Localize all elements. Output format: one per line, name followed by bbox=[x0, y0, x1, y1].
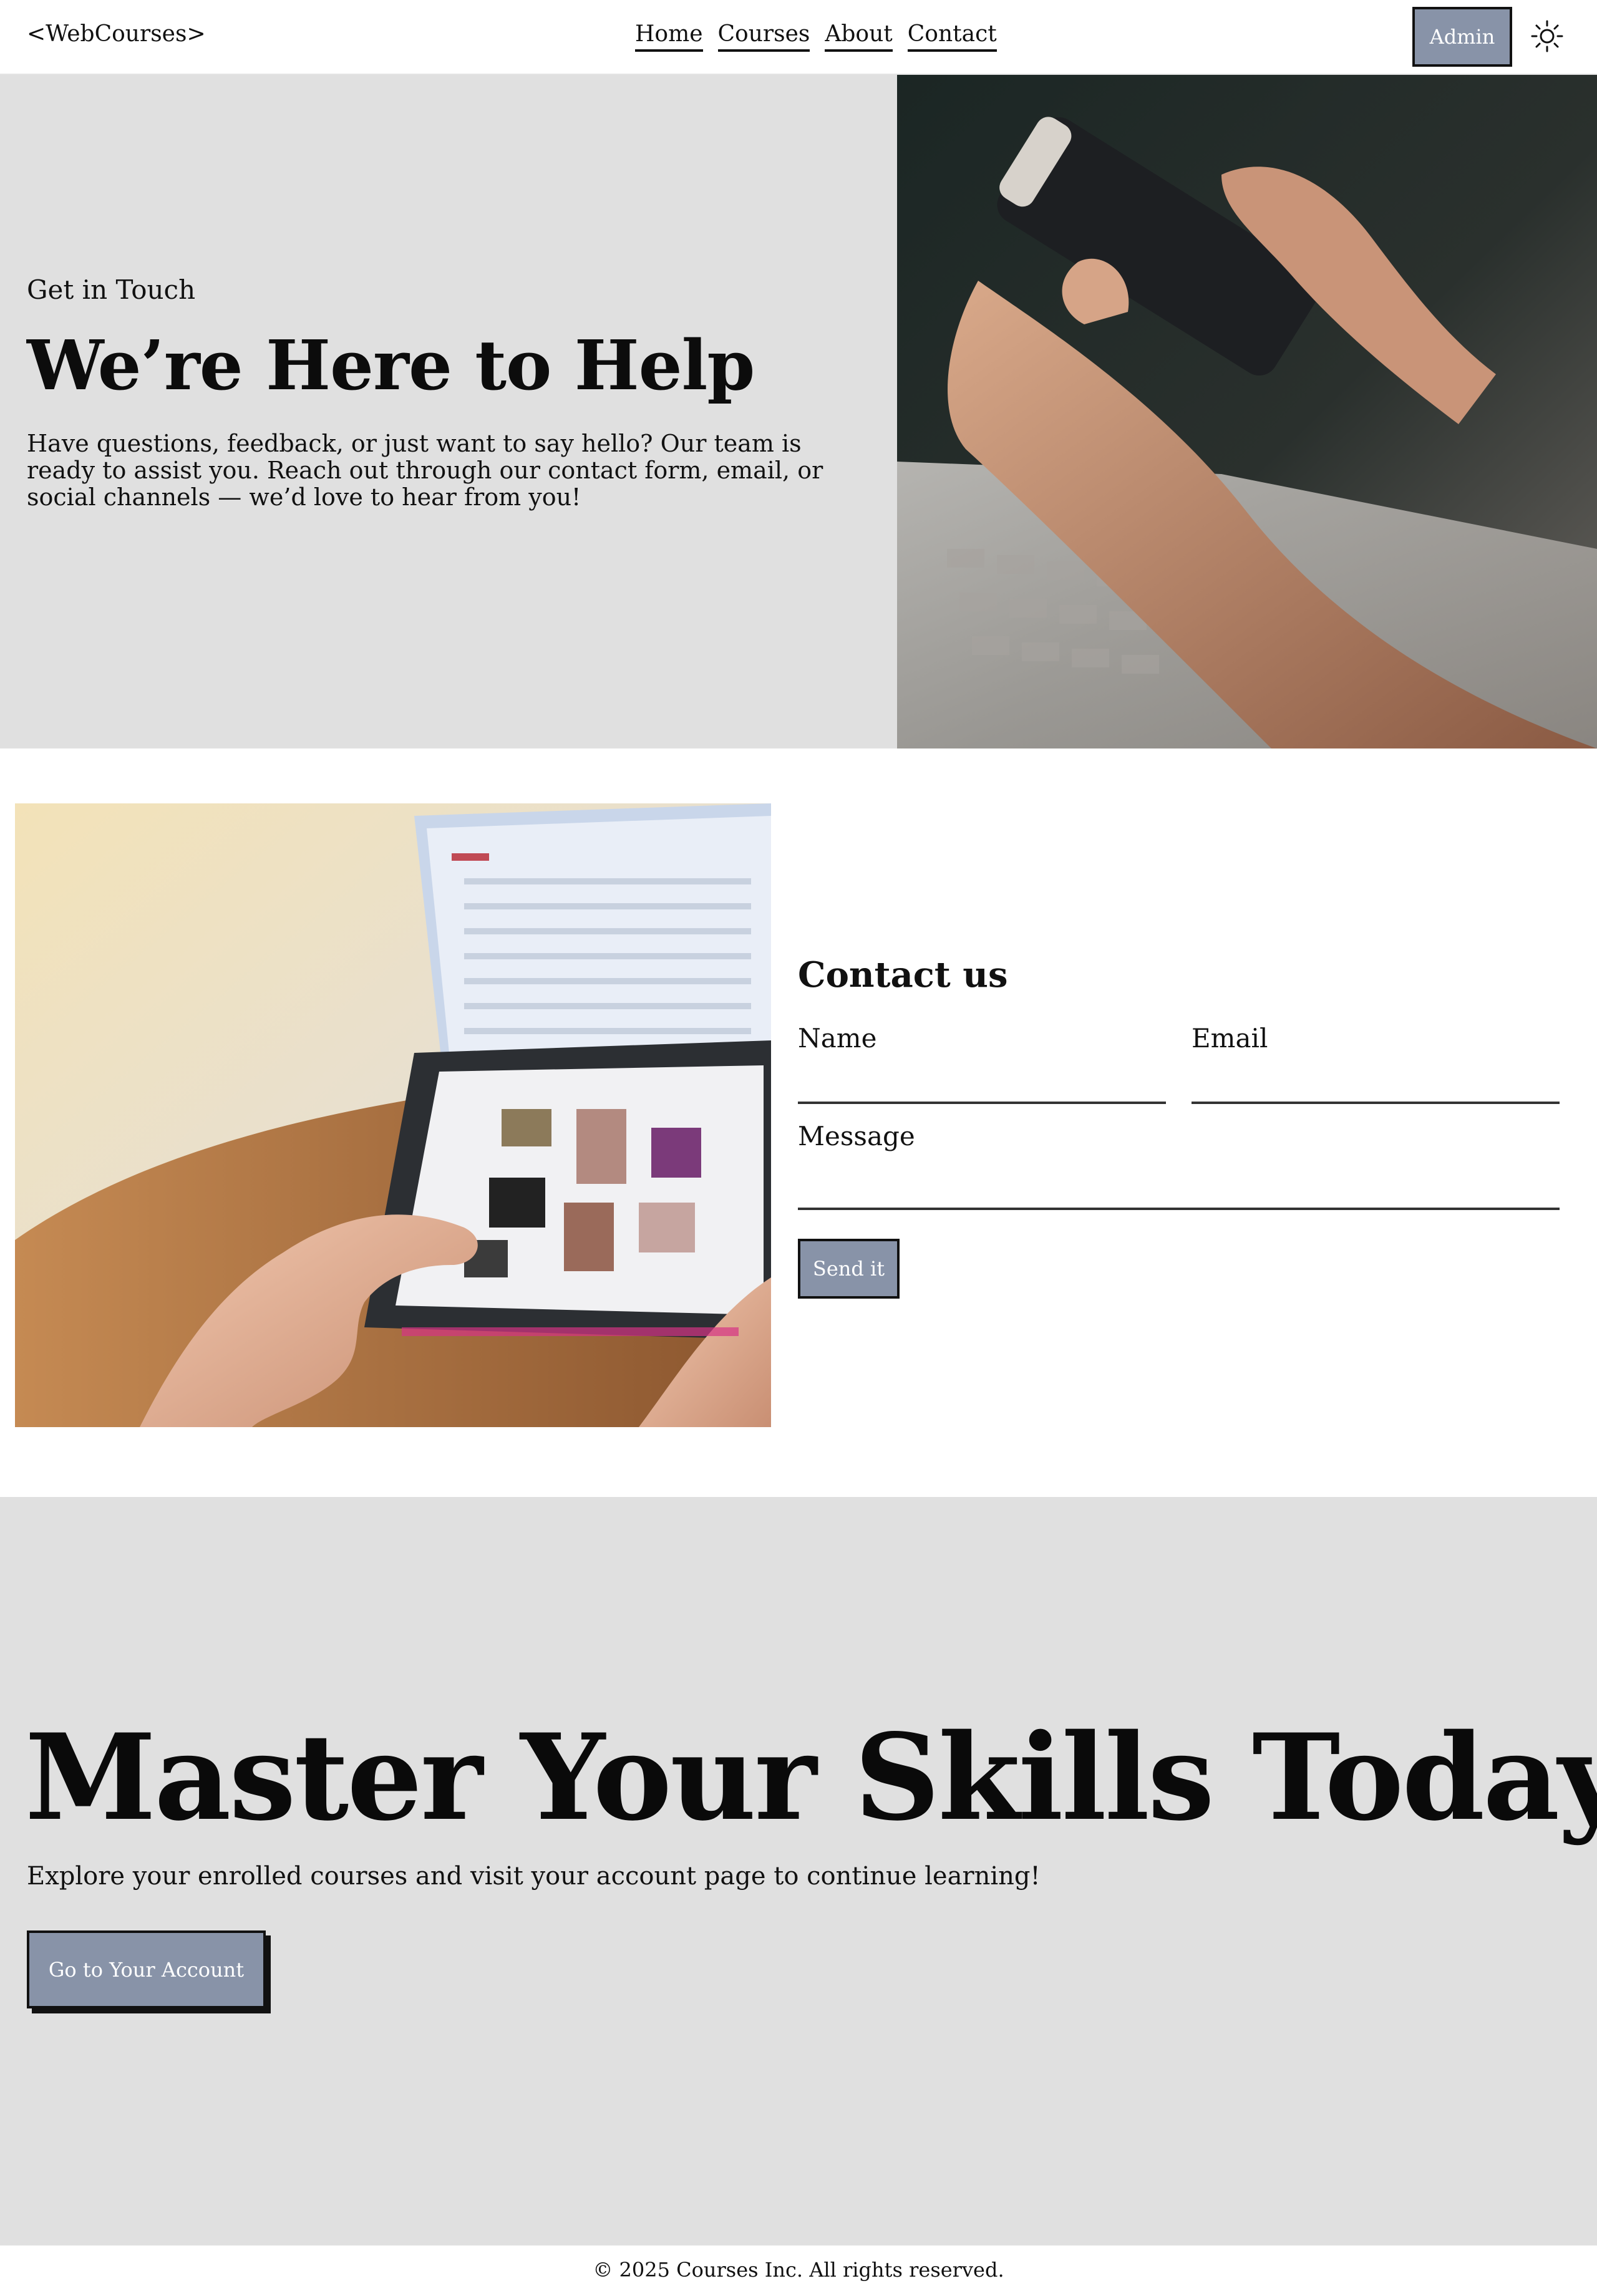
nav-link-home[interactable]: Home bbox=[635, 21, 703, 52]
sun-icon bbox=[1531, 20, 1563, 52]
message-input[interactable] bbox=[798, 1179, 1560, 1210]
cta-description: Explore your enrolled courses and visit … bbox=[27, 1862, 1041, 1891]
hero-title: We’re Here to Help bbox=[27, 325, 755, 405]
email-label: Email bbox=[1192, 1023, 1268, 1054]
nav-link-contact[interactable]: Contact bbox=[907, 21, 997, 52]
cta-title: Master Your Skills Today! bbox=[25, 1708, 1597, 1847]
name-input[interactable] bbox=[798, 1073, 1166, 1104]
main-nav: Home Courses About Contact bbox=[635, 21, 997, 52]
footer: © 2025 Courses Inc. All rights reserved. bbox=[0, 2245, 1597, 2296]
message-label: Message bbox=[798, 1121, 915, 1151]
email-input[interactable] bbox=[1192, 1073, 1560, 1104]
nav-link-courses[interactable]: Courses bbox=[717, 21, 810, 52]
nav-link-about[interactable]: About bbox=[825, 21, 893, 52]
theme-toggle-button[interactable] bbox=[1530, 19, 1565, 54]
hero-image-phone-hands bbox=[897, 75, 1597, 748]
hero-eyebrow: Get in Touch bbox=[27, 274, 196, 305]
contact-image-tablet-laptop bbox=[15, 803, 771, 1427]
admin-button[interactable]: Admin bbox=[1412, 7, 1512, 67]
name-label: Name bbox=[798, 1023, 877, 1054]
copyright-text: © 2025 Courses Inc. All rights reserved. bbox=[593, 2258, 1004, 2282]
contact-section: Contact us Name Email Message Send it bbox=[0, 748, 1597, 1497]
navbar: <WebCourses> Home Courses About Contact … bbox=[0, 0, 1597, 75]
go-to-account-button[interactable]: Go to Your Account bbox=[27, 1930, 266, 2008]
site-logo[interactable]: <WebCourses> bbox=[27, 21, 206, 47]
send-button[interactable]: Send it bbox=[798, 1239, 900, 1299]
contact-title: Contact us bbox=[798, 954, 1008, 995]
cta-section: Master Your Skills Today! Explore your e… bbox=[0, 1497, 1597, 2245]
hero-section: Get in Touch We’re Here to Help Have que… bbox=[0, 75, 1597, 748]
hero-description: Have questions, feedback, or just want t… bbox=[27, 430, 823, 511]
